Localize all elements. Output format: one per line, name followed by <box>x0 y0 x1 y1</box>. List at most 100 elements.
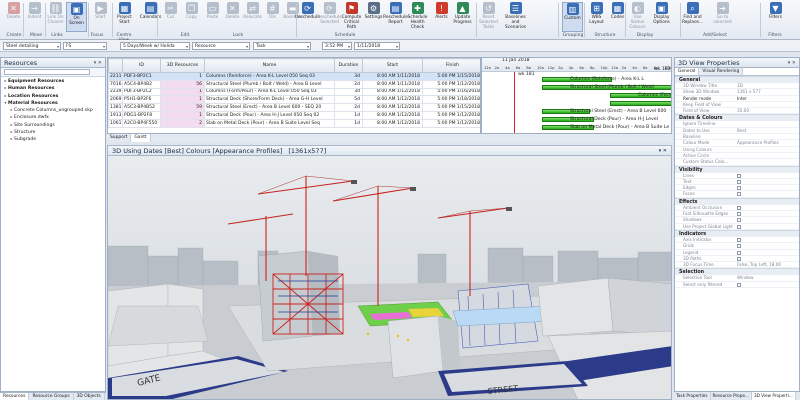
tree-item[interactable]: ▸ Subgrade <box>1 135 105 142</box>
tab-properties-0[interactable]: Task Properties <box>674 392 711 400</box>
tree-item[interactable]: ▸ Location Resources <box>1 92 105 99</box>
column-header[interactable]: Duration <box>334 58 363 73</box>
checkbox[interactable] <box>737 244 741 249</box>
property-section-header[interactable]: Selection <box>675 268 799 276</box>
table-row[interactable]: 2239 PDF3-BP2C2 1 Columns (Form/Pour) - Are… <box>108 87 480 97</box>
use-status-colours-button[interactable]: ◐ Use Status Colours <box>627 2 648 32</box>
column-header[interactable] <box>108 58 123 73</box>
tab-properties-2[interactable]: 3D View Properti... <box>751 392 796 400</box>
property-row[interactable]: Select only filtered <box>675 282 799 289</box>
tree-item[interactable]: ▸ Enclosure.dwfx <box>1 113 105 120</box>
time-field[interactable]: 3:52 PM ▾ <box>322 42 352 50</box>
property-value[interactable] <box>735 159 799 164</box>
resource-search-input[interactable] <box>4 69 90 75</box>
property-value[interactable] <box>735 205 799 210</box>
property-value[interactable] <box>735 256 799 261</box>
settings-button[interactable]: ⚙ Settings <box>363 2 384 32</box>
compute-critical-path-button[interactable]: ⚑ Compute Critical Path <box>341 2 362 32</box>
checkbox[interactable] <box>737 173 741 178</box>
checkbox[interactable] <box>737 205 741 210</box>
checkbox[interactable] <box>737 282 741 287</box>
property-value[interactable] <box>735 224 799 229</box>
tree-item[interactable]: ▾ Material Resources <box>1 99 105 106</box>
date-field[interactable]: 1/11/2018 ▾ <box>354 42 400 50</box>
checkbox[interactable] <box>737 186 741 191</box>
checkbox[interactable] <box>737 224 741 229</box>
reschedule-selected-button[interactable]: ⟳ Reschedule Selected <box>317 2 342 32</box>
property-value[interactable]: 1361 x 577 <box>735 89 799 94</box>
checkbox[interactable] <box>737 218 741 223</box>
link-on-chosen-button[interactable]: ⛓ Link On Chosen <box>45 2 66 32</box>
tree-item[interactable]: ▸ Site Surroundings <box>1 121 105 128</box>
table-row[interactable]: 1061 A2C0-BP4F550 2 Slab on Metal Deck (Pou… <box>108 118 480 128</box>
property-value[interactable]: Window <box>735 275 799 280</box>
checkbox[interactable] <box>737 212 741 217</box>
filters-button[interactable]: ▼ Filters <box>765 2 786 32</box>
baselines-and-scenarios-button[interactable]: ☰ Baselines and Scenarios <box>505 2 526 32</box>
tree-item[interactable]: ▸ Concrete Columns_ungrouped.skp <box>1 106 105 113</box>
task-selector[interactable]: Task ▾ <box>253 42 311 50</box>
property-value[interactable] <box>735 237 799 242</box>
property-value[interactable] <box>735 243 799 249</box>
reset-selected-tasks-button[interactable]: ↺ Reset Selected Tasks <box>478 2 499 32</box>
reschedule-report-button[interactable]: ▤ Reschedule Report <box>383 2 408 32</box>
property-value[interactable] <box>735 179 799 184</box>
property-value[interactable] <box>735 217 799 223</box>
property-value[interactable] <box>735 134 799 139</box>
cut-button[interactable]: ✂ Cut <box>160 2 181 32</box>
tab-3d-objects[interactable]: 3D Objects <box>74 393 105 400</box>
tab-support[interactable]: Support <box>107 134 132 142</box>
property-value[interactable] <box>735 102 799 107</box>
table-row[interactable]: 7016 A5C4-BP4B2 56 Structural Steel (Plumb … <box>108 79 480 89</box>
panel-close-icon[interactable]: ▾ ✕ <box>94 58 102 68</box>
start-button[interactable]: ▶ Start <box>90 2 111 32</box>
alerts-button[interactable]: ! Alerts <box>431 2 452 32</box>
property-value[interactable] <box>735 153 799 158</box>
property-value[interactable]: 3D <box>735 83 799 88</box>
property-section-header[interactable]: Effects <box>675 197 799 205</box>
filter-selector[interactable]: FS ▾ <box>63 42 107 50</box>
wbs-layout-button[interactable]: ⊞ WBS Layout <box>586 2 607 32</box>
table-row[interactable]: 2069 P5H1-BP2F6 1 Structural Deck (Shore/Fo… <box>108 95 480 105</box>
tab-visual-rendering[interactable]: Visual Rendering <box>699 68 744 75</box>
property-section-header[interactable]: Dates & Colours <box>675 114 799 122</box>
property-section-header[interactable]: Indicators <box>675 229 799 237</box>
checkbox[interactable] <box>737 250 741 255</box>
property-value[interactable] <box>735 185 799 191</box>
ids-button[interactable]: # IDs <box>262 2 283 32</box>
property-value[interactable]: 35.00 <box>735 108 799 113</box>
property-value[interactable]: False, Top Left, 18.00 <box>735 262 799 267</box>
property-value[interactable]: Best <box>735 128 799 133</box>
property-value[interactable] <box>735 173 799 178</box>
go-to-selected-button[interactable]: ➜ Go to selected <box>712 2 733 32</box>
gantt-bar[interactable] <box>610 101 671 106</box>
calendar-selector[interactable]: 5 Days/Week w/ Holida ▾ <box>120 42 190 50</box>
table-row[interactable]: 2211 PDF3-BP2C1 1 Columns (Reinforce) - Are… <box>108 72 480 81</box>
property-value[interactable] <box>735 250 799 255</box>
tree-item[interactable]: ▸ Human Resources <box>1 84 105 91</box>
property-value[interactable]: Inter <box>735 96 799 101</box>
tree-item[interactable]: ▸ Equipment Resources <box>1 77 105 84</box>
column-header[interactable]: Name <box>204 58 335 73</box>
tab-properties-1[interactable]: Resource Prope... <box>711 392 752 400</box>
column-header[interactable]: ID <box>122 58 161 73</box>
checkbox[interactable] <box>737 237 741 242</box>
3d-scene[interactable]: GATE STREET <box>108 156 672 400</box>
reschedule-button[interactable]: ⟳ Reschedule <box>295 2 320 32</box>
column-header[interactable]: 3D Resources <box>160 58 205 73</box>
checkbox[interactable] <box>737 179 741 184</box>
property-value[interactable]: Appearance Profiles <box>735 140 799 145</box>
properties-close-icon[interactable]: ▾ ✕ <box>788 58 796 68</box>
property-section-header[interactable]: General <box>675 76 799 83</box>
checkbox[interactable] <box>737 192 741 197</box>
relocate-button[interactable]: ⇄ Relocate <box>242 2 263 32</box>
property-value[interactable] <box>735 121 799 126</box>
tab-resource-groups[interactable]: Resource Groups <box>29 393 74 400</box>
find-and-replace-button[interactable]: ⌕ Find and Replace... <box>682 2 703 32</box>
column-header[interactable]: Start <box>362 58 423 73</box>
tree-item[interactable]: ▸ Structure <box>1 128 105 135</box>
display-options-button[interactable]: ▣ Display Options <box>651 2 672 32</box>
property-value[interactable] <box>735 147 799 152</box>
update-progress-button[interactable]: ▲ Update Progress <box>452 2 473 32</box>
property-value[interactable] <box>735 282 799 287</box>
